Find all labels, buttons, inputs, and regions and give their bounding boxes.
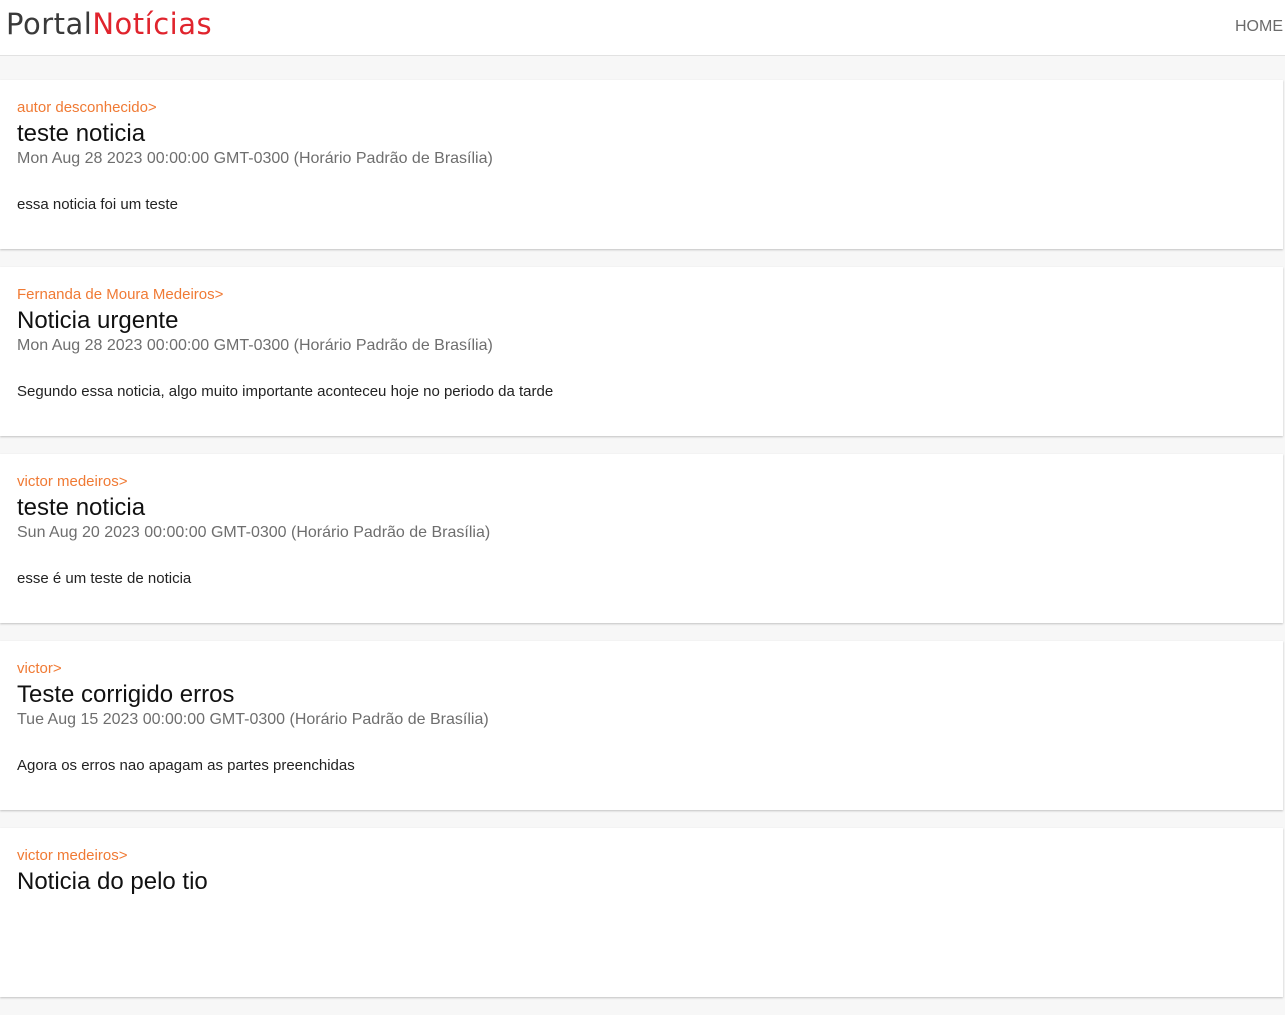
nav-home-link[interactable]: HOME [1235,18,1283,36]
news-author-link[interactable]: victor medeiros> [17,473,1266,491]
news-title: teste noticia [17,494,146,521]
brand-logo-portal: Portal [6,7,93,41]
news-card[interactable]: autor desconhecido> teste noticia Mon Au… [0,80,1283,249]
news-title: Noticia do pelo tio [17,868,208,895]
news-author-link[interactable]: victor> [17,660,1266,678]
news-body: Segundo essa noticia, algo muito importa… [17,383,554,400]
news-card[interactable]: victor> Teste corrigido erros Tue Aug 15… [0,641,1283,810]
news-title: Teste corrigido erros [17,681,235,708]
news-author-link[interactable]: victor medeiros> [17,847,1266,865]
news-date: Mon Aug 28 2023 00:00:00 GMT-0300 (Horár… [17,150,493,167]
news-body: essa noticia foi um teste [17,196,178,213]
brand-logo-noticias: Notícias [92,7,213,41]
news-date: Sun Aug 20 2023 00:00:00 GMT-0300 (Horár… [17,524,491,541]
news-title: Noticia urgente [17,307,179,334]
news-body: esse é um teste de noticia [17,570,192,587]
news-date: Mon Aug 28 2023 00:00:00 GMT-0300 (Horár… [17,337,493,354]
news-feed: autor desconhecido> teste noticia Mon Au… [0,80,1283,1015]
brand-logo[interactable]: PortalNotícias [6,4,212,44]
news-card[interactable]: victor medeiros> Noticia do pelo tio [0,828,1283,997]
top-navbar: PortalNotícias HOME [0,0,1285,56]
news-body: Agora os erros nao apagam as partes pree… [17,757,355,774]
news-title: teste noticia [17,120,146,147]
news-card[interactable]: victor medeiros> teste noticia Sun Aug 2… [0,454,1283,623]
news-card[interactable]: Fernanda de Moura Medeiros> Noticia urge… [0,267,1283,436]
news-date: Tue Aug 15 2023 00:00:00 GMT-0300 (Horár… [17,711,489,728]
news-author-link[interactable]: autor desconhecido> [17,99,1266,117]
news-author-link[interactable]: Fernanda de Moura Medeiros> [17,286,1266,304]
